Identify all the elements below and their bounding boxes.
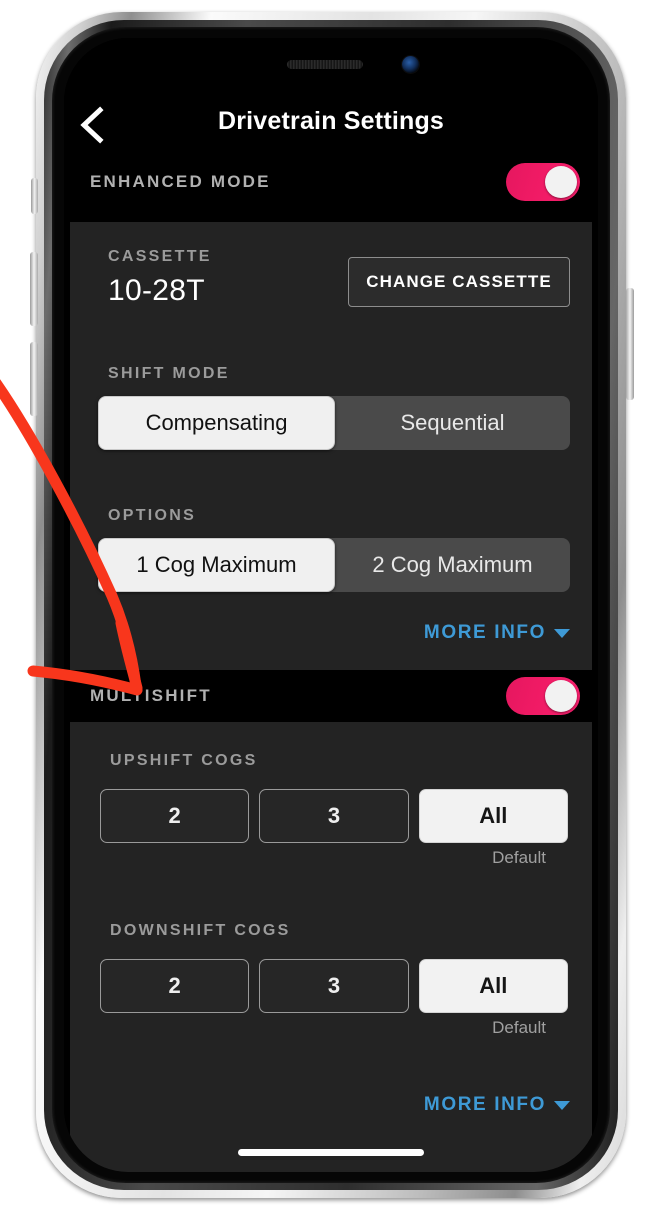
screenshot-root: Drivetrain Settings ENHANCED MODE CASSET… [0,0,662,1210]
downshift-cogs-button-row: 2 3 All [100,959,568,1013]
more-info-label: MORE INFO [423,1094,546,1115]
enhanced-mode-panel: CASSETTE 10-28T CHANGE CASSETTE SHIFT MO… [70,222,592,670]
phone-power-button[interactable] [626,288,634,400]
enhanced-mode-header-row: ENHANCED MODE [64,156,598,208]
page-title: Drivetrain Settings [217,107,445,135]
toggle-knob [545,166,577,198]
options-option-1-cog-maximum[interactable]: 1 Cog Maximum [98,538,335,592]
enhanced-mode-toggle[interactable] [506,163,580,201]
upshift-cogs-option-3[interactable]: 3 [259,789,409,843]
options-segmented-control[interactable]: 1 Cog Maximum 2 Cog Maximum [98,538,570,592]
navigation-bar: Drivetrain Settings [64,94,598,156]
downshift-cogs-group: 2 3 All Default [100,959,568,1038]
shift-mode-label: SHIFT MODE [108,365,230,382]
upshift-default-caption: Default [492,848,546,867]
downshift-cogs-label: DOWNSHIFT COGS [110,922,291,939]
multishift-panel: UPSHIFT COGS 2 3 All Default DOWNSHIFT C… [70,722,592,1172]
toggle-knob [545,680,577,712]
cassette-label: CASSETTE [108,248,212,265]
multishift-label: MULTISHIFT [90,686,212,705]
upshift-cogs-button-row: 2 3 All [100,789,568,843]
cassette-value: 10-28T [108,274,205,307]
phone-notch [213,38,449,92]
cassette-block: CASSETTE 10-28T [108,248,212,308]
multishift-header-row: MULTISHIFT [64,670,598,722]
options-label: OPTIONS [108,507,197,524]
phone-screen: Drivetrain Settings ENHANCED MODE CASSET… [64,38,598,1172]
upshift-cogs-label: UPSHIFT COGS [110,752,258,769]
shift-mode-option-compensating[interactable]: Compensating [98,396,335,450]
upshift-cogs-option-all[interactable]: All [418,789,568,843]
more-info-label: MORE INFO [423,622,546,643]
downshift-cogs-option-2[interactable]: 2 [100,959,250,1013]
downshift-cogs-option-all[interactable]: All [418,959,568,1013]
options-option-2-cog-maximum[interactable]: 2 Cog Maximum [335,538,570,592]
shift-mode-option-sequential[interactable]: Sequential [335,396,570,450]
multishift-more-info-button[interactable]: MORE INFO [424,1094,570,1116]
enhanced-mode-more-info-button[interactable]: MORE INFO [424,622,570,644]
phone-volume-up-button[interactable] [30,252,38,326]
phone-volume-down-button[interactable] [30,342,38,416]
multishift-toggle[interactable] [506,677,580,715]
phone-mute-switch-button[interactable] [31,178,38,214]
earpiece-speaker-icon [286,60,363,69]
app-screen: Drivetrain Settings ENHANCED MODE CASSET… [64,38,598,1172]
downshift-default-caption: Default [492,1018,546,1037]
change-cassette-button[interactable]: CHANGE CASSETTE [348,257,570,307]
shift-mode-segmented-control[interactable]: Compensating Sequential [98,396,570,450]
downshift-cogs-option-3[interactable]: 3 [259,959,409,1013]
chevron-down-icon [554,628,570,638]
home-indicator[interactable] [238,1149,424,1156]
upshift-cogs-option-2[interactable]: 2 [100,789,250,843]
enhanced-mode-label: ENHANCED MODE [90,172,271,191]
front-camera-icon [402,56,419,73]
upshift-cogs-group: 2 3 All Default [100,789,568,868]
chevron-down-icon [554,1100,570,1110]
